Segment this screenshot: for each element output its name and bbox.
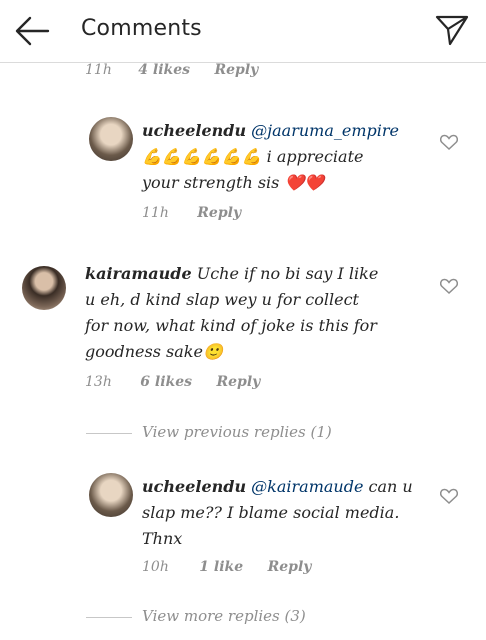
likes-count[interactable]: 6 likes <box>140 374 192 390</box>
view-previous-replies-button[interactable]: View previous replies (1) <box>142 423 332 441</box>
like-heart-icon[interactable] <box>440 134 458 150</box>
back-arrow-icon[interactable] <box>14 15 50 47</box>
likes-count[interactable]: 4 likes <box>138 62 190 78</box>
username[interactable]: ucheelendu <box>142 121 246 140</box>
view-more-replies-button[interactable]: View more replies (3) <box>142 607 306 625</box>
top-comment-meta: 11h 4 likes Reply <box>85 62 258 78</box>
likes-count[interactable]: 1 like <box>199 559 243 575</box>
app-header: Comments <box>0 0 486 63</box>
send-icon[interactable] <box>434 13 470 47</box>
avatar[interactable] <box>89 117 133 161</box>
reply-button[interactable]: Reply <box>197 205 241 221</box>
reply-comment-text: ucheelendu @jaaruma_empire 💪💪💪💪💪💪 i appr… <box>142 121 399 192</box>
avatar[interactable] <box>22 266 66 310</box>
like-heart-icon[interactable] <box>440 488 458 504</box>
divider <box>86 433 132 434</box>
reply-button[interactable]: Reply <box>268 559 312 575</box>
like-heart-icon[interactable] <box>440 278 458 294</box>
reply2-meta: 10h 1 like Reply <box>142 559 311 575</box>
comment-time: 11h <box>85 62 112 78</box>
comment-time: 13h <box>85 374 112 390</box>
mention-link[interactable]: @jaaruma_empire <box>251 121 399 140</box>
reply-button[interactable]: Reply <box>217 374 261 390</box>
avatar[interactable] <box>89 473 133 517</box>
username[interactable]: ucheelendu <box>142 477 246 496</box>
divider <box>86 617 132 618</box>
comment2-meta: 13h 6 likes Reply <box>85 374 260 390</box>
reply-button[interactable]: Reply <box>215 62 259 78</box>
reply-comment-text: ucheelendu @kairamaude can u slap me?? I… <box>142 477 413 548</box>
username[interactable]: kairamaude <box>85 264 192 283</box>
page-title: Comments <box>81 16 202 41</box>
comment-text: kairamaude Uche if no bi say I like u eh… <box>85 264 379 361</box>
reply1-meta: 11h Reply <box>142 205 241 221</box>
comment-time: 10h <box>142 559 169 575</box>
mention-link[interactable]: @kairamaude <box>251 477 363 496</box>
heart-emojis: ❤️❤️ <box>284 173 325 192</box>
smile-emoji: 🙂 <box>202 342 223 361</box>
emoji-row: 💪💪💪💪💪💪 <box>142 147 262 166</box>
comment-time: 11h <box>142 205 169 221</box>
